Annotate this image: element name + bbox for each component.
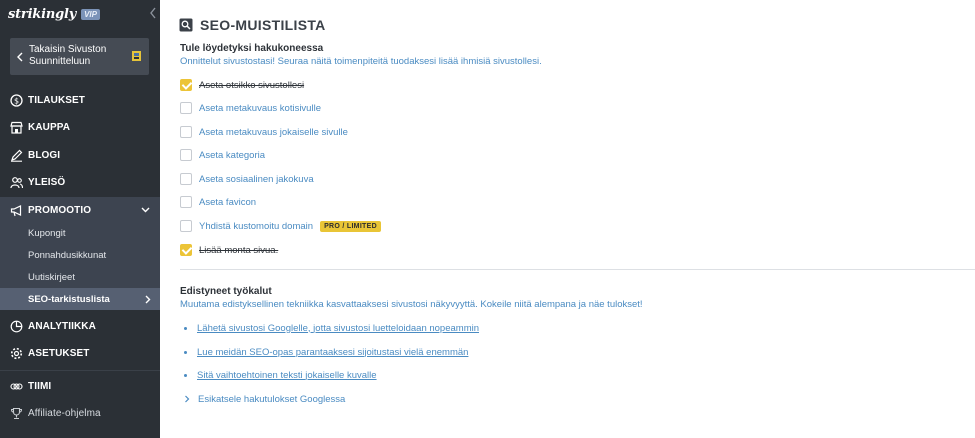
site-thumbnail-icon — [132, 51, 141, 61]
nav-affiliate-label: Affiliate-ohjelma — [28, 407, 101, 419]
bullet — [184, 350, 187, 354]
sub-item-coupons[interactable]: Kupongit — [0, 222, 160, 244]
seo-guide-link[interactable]: Lue meidän SEO-opas parantaaksesi sijoit… — [197, 347, 468, 358]
pen-icon — [11, 149, 23, 162]
chevron-right-icon — [185, 395, 190, 403]
section-heading: Tule löydetyksi hakukoneessa — [180, 43, 324, 54]
bullet — [184, 373, 187, 377]
checkbox[interactable] — [180, 196, 192, 208]
checklist-link[interactable]: Aseta favicon — [199, 197, 256, 208]
megaphone-icon — [10, 204, 22, 216]
checklist-item[interactable]: Yhdistä kustomoitu domain PRO / LIMITED — [180, 219, 381, 233]
checkbox[interactable] — [180, 220, 192, 232]
users-icon — [10, 176, 23, 188]
nav-orders[interactable]: $ TILAUKSET — [0, 87, 160, 113]
checklist-item[interactable]: Aseta metakuvaus kotisivulle — [180, 101, 321, 115]
list-item: Sitä vaihtoehtoinen teksti jokaiselle ku… — [184, 368, 377, 382]
checklist-item[interactable]: Aseta sosiaalinen jakokuva — [180, 172, 314, 186]
nav-orders-label: TILAUKSET — [28, 94, 86, 106]
checklist-item[interactable]: Aseta kategoria — [180, 148, 265, 162]
checklist-link[interactable]: Aseta sosiaalinen jakokuva — [199, 174, 314, 185]
search-document-icon — [179, 18, 193, 32]
bullet — [184, 326, 187, 330]
sub-item-label: Kupongit — [28, 227, 66, 239]
section-divider — [180, 269, 975, 270]
checklist-label: Aseta otsikko sivustollesi — [199, 79, 305, 91]
nav-audience[interactable]: YLEISÖ — [0, 169, 160, 195]
checkbox[interactable] — [180, 102, 192, 114]
checklist-item[interactable]: Lisää monta sivua. — [180, 243, 278, 257]
page-header: SEO-MUISTILISTA — [179, 17, 326, 33]
nav-blog[interactable]: BLOGI — [0, 142, 160, 168]
nav-team-label: TIIMI — [28, 380, 52, 392]
sub-item-newsletters[interactable]: Uutiskirjeet — [0, 266, 160, 288]
store-icon — [10, 121, 23, 134]
checkbox[interactable] — [180, 126, 192, 138]
nav-promotion[interactable]: PROMOOTIO — [0, 197, 160, 223]
team-icon — [10, 382, 23, 390]
checklist-item[interactable]: Aseta otsikko sivustollesi — [180, 78, 304, 92]
nav-store[interactable]: KAUPPA — [0, 114, 160, 140]
nav-analytics-label: ANALYTIIKKA — [28, 320, 96, 332]
submit-to-google-link[interactable]: Lähetä sivustosi Googlelle, jotta sivust… — [197, 323, 479, 334]
back-label: Takaisin Sivuston Suunnitteluun — [29, 44, 107, 67]
checklist-link[interactable]: Aseta metakuvaus jokaiselle sivulle — [199, 127, 348, 138]
nav-settings[interactable]: ASETUKSET — [0, 340, 160, 366]
pie-chart-icon — [10, 320, 23, 332]
sub-item-label: SEO-tarkistuslista — [28, 293, 110, 305]
back-to-editor-button[interactable]: Takaisin Sivuston Suunnitteluun — [10, 38, 149, 75]
checklist-item[interactable]: Aseta favicon — [180, 195, 256, 209]
nav-analytics[interactable]: ANALYTIIKKA — [0, 313, 160, 339]
nav-audience-label: YLEISÖ — [28, 176, 66, 188]
chevron-left-icon — [17, 52, 23, 62]
checkbox-checked[interactable] — [180, 244, 192, 256]
nav-affiliate[interactable]: Affiliate-ohjelma — [0, 400, 160, 426]
checklist-label: Lisää monta sivua. — [199, 244, 279, 256]
preview-google-results-link[interactable]: Esikatsele hakutulokset Googlessa — [198, 394, 345, 405]
checklist-item[interactable]: Aseta metakuvaus jokaiselle sivulle — [180, 125, 348, 139]
section-subtitle: Muutama edistyksellinen tekniikka kasvat… — [180, 299, 643, 310]
pro-limited-badge: PRO / LIMITED — [320, 220, 381, 232]
chevron-down-icon — [141, 207, 150, 213]
preview-toggle[interactable]: Esikatsele hakutulokset Googlessa — [184, 392, 345, 406]
checklist-link[interactable]: Aseta kategoria — [199, 150, 265, 161]
svg-text:$: $ — [14, 96, 19, 105]
list-item: Lähetä sivustosi Googlelle, jotta sivust… — [184, 321, 479, 335]
brand-logo: strikingly — [8, 6, 77, 22]
checklist-link[interactable]: Aseta metakuvaus kotisivulle — [199, 103, 321, 114]
sub-item-seo-checklist[interactable]: SEO-tarkistuslista — [0, 288, 160, 310]
nav-blog-label: BLOGI — [28, 149, 61, 161]
list-item: Lue meidän SEO-opas parantaaksesi sijoit… — [184, 345, 468, 359]
chevron-left-icon[interactable] — [149, 7, 157, 19]
page-title: SEO-MUISTILISTA — [200, 17, 326, 33]
checklist-link[interactable]: Yhdistä kustomoitu domain — [199, 221, 313, 232]
chevron-right-icon — [145, 295, 151, 303]
trophy-icon — [10, 407, 23, 419]
nav-settings-label: ASETUKSET — [28, 347, 90, 359]
vip-badge: VIP — [81, 8, 100, 20]
checkbox[interactable] — [180, 173, 192, 185]
section-heading: Edistyneet työkalut — [180, 286, 272, 297]
checkbox-checked[interactable] — [180, 79, 192, 91]
nav-promotion-label: PROMOOTIO — [28, 204, 92, 216]
nav-store-label: KAUPPA — [28, 121, 71, 133]
gear-icon — [10, 347, 23, 359]
section-subtitle: Onnittelut sivustostasi! Seuraa näitä to… — [180, 56, 542, 67]
main-content: SEO-MUISTILISTA Tule löydetyksi hakukone… — [160, 0, 975, 438]
sub-item-label: Uutiskirjeet — [28, 271, 75, 283]
promotion-submenu: Kupongit Ponnahdusikkunat Uutiskirjeet S… — [0, 222, 160, 310]
alt-text-link[interactable]: Sitä vaihtoehtoinen teksti jokaiselle ku… — [197, 370, 377, 381]
nav-team[interactable]: TIIMI — [0, 373, 160, 399]
sidebar-divider — [0, 370, 160, 371]
brand[interactable]: strikingly VIP — [8, 6, 100, 22]
sub-item-label: Ponnahdusikkunat — [28, 249, 107, 261]
sidebar: strikingly VIP Takaisin Sivuston Suunnit… — [0, 0, 160, 438]
checkbox[interactable] — [180, 149, 192, 161]
sub-item-popups[interactable]: Ponnahdusikkunat — [0, 244, 160, 266]
dollar-circle-icon: $ — [10, 93, 23, 107]
